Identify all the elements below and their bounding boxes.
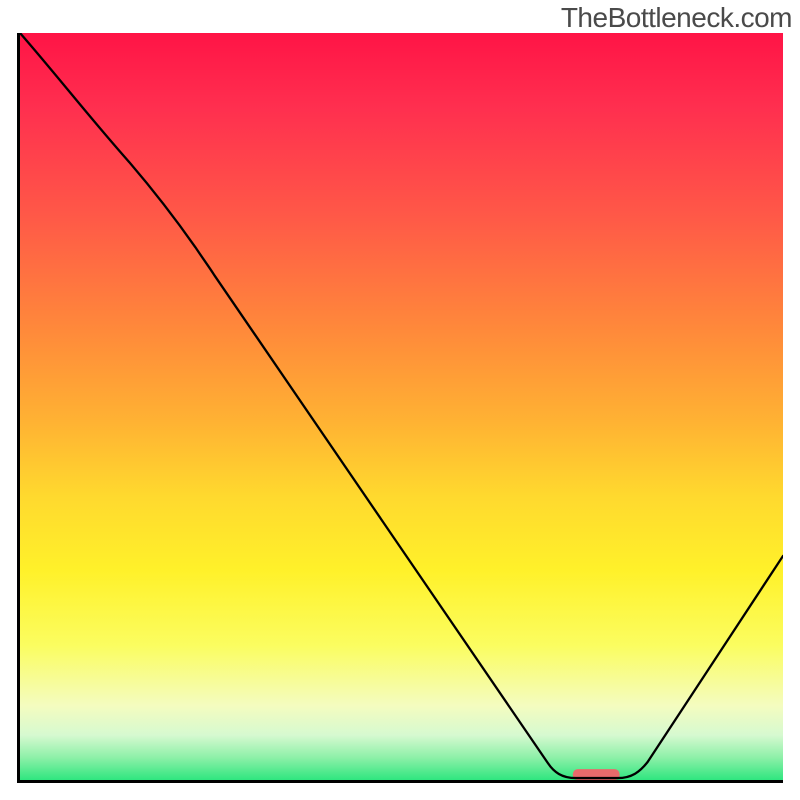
curve-layer [20, 33, 783, 780]
chart-container: TheBottleneck.com [0, 0, 800, 800]
watermark-text: TheBottleneck.com [561, 2, 792, 34]
plot-area [17, 33, 783, 783]
bottleneck-curve [20, 33, 783, 778]
